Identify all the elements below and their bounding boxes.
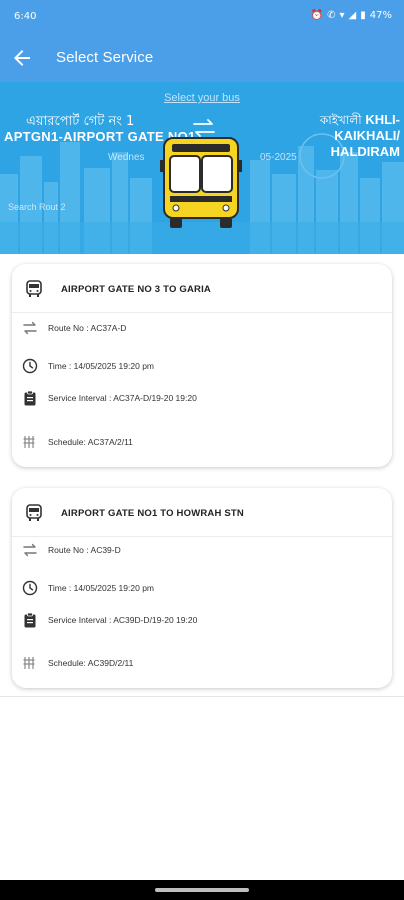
service-interval-row: Service Interval : AC39D-D/19-20 19:20 <box>22 612 197 628</box>
route-banner: Select your bus এয়ারপোর্ট গেট নং 1 APTG… <box>0 82 404 254</box>
schedule-row: Schedule: AC37A/2/11 <box>22 434 133 450</box>
swap-route-icon <box>23 321 37 335</box>
schedule: Schedule: AC37A/2/11 <box>48 437 133 447</box>
route-no: Route No : AC39-D <box>48 545 121 555</box>
clock-icon <box>22 358 38 374</box>
signal-icon: ◢ <box>348 10 357 21</box>
to-stop-line2: HALDIRAM <box>330 144 400 159</box>
back-arrow-icon[interactable] <box>10 46 34 70</box>
search-route-text: Search Rout 2 <box>8 202 66 212</box>
service-card[interactable]: AIRPORT GATE NO1 TO HOWRAH STN Route No … <box>12 488 392 688</box>
departure-time: Time : 14/05/2025 19:20 pm <box>48 361 155 371</box>
clipboard-icon <box>24 390 36 406</box>
list-end-divider <box>0 696 404 697</box>
schedule-list-icon <box>23 657 35 669</box>
status-bar: 6:40 ⏰ ✆ ▾ ◢ ▮ 47% <box>0 0 404 34</box>
wifi-icon: ▾ <box>339 10 345 21</box>
departure-time: Time : 14/05/2025 19:20 pm <box>48 583 155 593</box>
service-card-header: AIRPORT GATE NO 3 TO GARIA <box>26 280 211 298</box>
time-row: Time : 14/05/2025 19:20 pm <box>22 580 154 596</box>
clock-icon <box>22 580 38 596</box>
service-interval: Service Interval : AC37A-D/19-20 19:20 <box>48 393 197 403</box>
time-row: Time : 14/05/2025 19:20 pm <box>22 358 154 374</box>
page-title: Select Service <box>56 49 154 66</box>
to-stop-bengali: কাইখালী <box>319 113 362 127</box>
home-gesture-handle[interactable] <box>155 888 249 892</box>
swap-route-icon <box>23 543 37 557</box>
journey-date-right: 05-2025 <box>260 152 297 163</box>
status-icons: ⏰ ✆ ▾ ◢ ▮ 47% <box>311 10 392 21</box>
card-divider <box>12 312 392 313</box>
bus-icon <box>26 504 42 521</box>
service-title: AIRPORT GATE NO1 TO HOWRAH STN <box>61 507 244 519</box>
alarm-icon: ⏰ <box>310 10 324 21</box>
route-no-row: Route No : AC39-D <box>22 542 121 558</box>
journey-date-left: Wednes <box>108 152 145 163</box>
schedule: Schedule: AC39D/2/11 <box>48 658 134 668</box>
battery-percent: 47% <box>369 10 392 21</box>
clipboard-icon <box>24 612 36 628</box>
service-card[interactable]: AIRPORT GATE NO 3 TO GARIA Route No : AC… <box>12 264 392 467</box>
bus-icon <box>26 280 42 297</box>
schedule-row: Schedule: AC39D/2/11 <box>22 655 133 671</box>
app-bar: Select Service <box>0 34 404 82</box>
route-no-row: Route No : AC37A-D <box>22 320 126 336</box>
call-icon: ✆ <box>327 10 336 21</box>
status-time: 6:40 <box>14 11 37 22</box>
service-title: AIRPORT GATE NO 3 TO GARIA <box>61 283 211 295</box>
select-bus-link[interactable]: Select your bus <box>0 92 404 104</box>
schedule-list-icon <box>23 436 35 448</box>
route-no: Route No : AC37A-D <box>48 323 127 333</box>
card-divider <box>12 536 392 537</box>
service-interval-row: Service Interval : AC37A-D/19-20 19:20 <box>22 390 197 406</box>
bus-illustration <box>160 137 242 228</box>
service-interval: Service Interval : AC39D-D/19-20 19:20 <box>48 615 198 625</box>
battery-icon: ▮ <box>360 10 366 21</box>
service-card-header: AIRPORT GATE NO1 TO HOWRAH STN <box>26 504 244 522</box>
